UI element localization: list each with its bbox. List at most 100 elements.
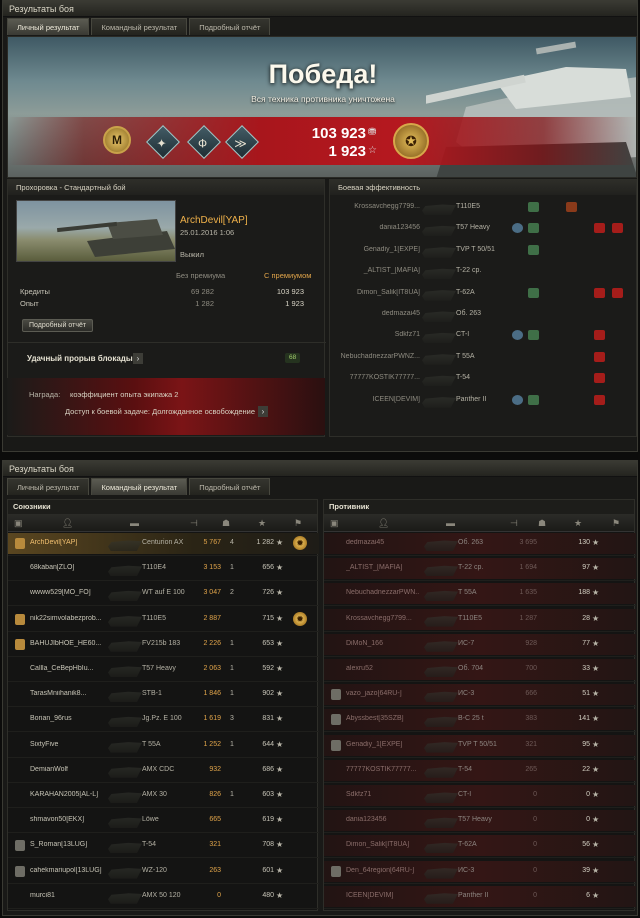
player-row[interactable]: Callla_CeBepHbIu... T57 Heavy 2 063 1 592 ★ [8, 659, 319, 682]
mastery-badge-icon[interactable]: М [103, 126, 131, 154]
player-column-icon[interactable]: 👤︎ [62, 518, 73, 529]
player-row[interactable]: alexru52 Об. 704 700 33 ★ [324, 659, 636, 682]
player-row[interactable]: 68kaban[ZLO] T110E4 3 153 1 656 ★ [8, 558, 319, 582]
enemy-player-name: Sdkfz71 [394, 331, 420, 339]
player-row[interactable]: _ALTIST_[MAFIA] T-22 ср. 1 694 97 ★ [324, 558, 636, 582]
damage-value: 0 [217, 891, 221, 899]
efficiency-row[interactable]: NebuchadnezzarPWNZ... T 55A [330, 347, 638, 368]
player-row[interactable]: Sdkfz71 CT-I 0 0 ★ [324, 785, 636, 808]
damage-value: 5 767 [203, 539, 221, 546]
player-row[interactable]: DiMoN_166 ИС-7 928 77 ★ [324, 633, 636, 657]
efficiency-row[interactable]: 77777KOSTIK77777... T-54 [330, 368, 638, 389]
xp-star-icon: ★ [276, 563, 284, 573]
vehicle-column-icon[interactable]: ▬ [130, 518, 139, 528]
squad-column-icon[interactable]: ▣ [330, 518, 339, 529]
vehicle-name: T-54 [458, 765, 473, 773]
tab-team-result[interactable]: Командный результат [91, 478, 188, 495]
player-row[interactable]: dania123456 T57 Heavy 0 0 ★ [324, 810, 636, 834]
tank-silhouette-icon [108, 868, 142, 879]
frags-value: 2 [230, 589, 234, 597]
medals-column-icon[interactable]: ⚑ [612, 518, 620, 529]
tab-detailed-report[interactable]: Подробный отчёт [189, 478, 271, 495]
order-medal-icon[interactable]: ✹ [293, 611, 307, 626]
player-row[interactable]: S_Roman[13LUG] T-54 321 708 ★ [8, 835, 319, 859]
chevron-right-icon[interactable]: › [258, 406, 268, 417]
efficiency-row[interactable]: Sdkfz71 CT-I [330, 325, 638, 346]
player-row[interactable]: cahekmariupol[13LUG] WZ-120 263 601 ★ [8, 861, 319, 884]
tab-team-result[interactable]: Командный результат [91, 18, 188, 35]
tank-silhouette-icon [424, 691, 458, 703]
damage-value: 0 [533, 891, 537, 899]
xp-column-icon[interactable]: ★ [574, 518, 582, 529]
efficiency-row[interactable]: ICEEN[DEVIM] Panther II [330, 390, 638, 411]
tank-silhouette-icon [108, 590, 142, 602]
blockade-mission-row[interactable]: Удачный прорыв блокады › 68 [15, 349, 321, 371]
squad-column-icon[interactable]: ▣ [14, 518, 23, 529]
efficiency-row[interactable]: dedmazai45 Об. 263 [330, 304, 638, 325]
tab-personal-result[interactable]: Личный результат [7, 18, 90, 35]
efficiency-row[interactable]: Genadiy_1[EXPE] TVP T 50/51 [330, 240, 638, 261]
player-row[interactable]: Borian_96rus Jg.Pz. E 100 1 619 3 831 ★ [8, 709, 319, 733]
damage-column-icon[interactable]: ⊣ [190, 518, 198, 529]
player-row[interactable]: Dimon_Salik[IT8UA] T-62A 0 56 ★ [324, 835, 636, 859]
tab-personal-result[interactable]: Личный результат [7, 478, 90, 495]
efficiency-row[interactable]: _ALTIST_[MAFIA] T-22 ср. [330, 261, 638, 282]
medals-column-icon[interactable]: ⚑ [294, 518, 302, 529]
frags-value: 1 [230, 564, 234, 572]
tank-silhouette-icon [108, 742, 142, 753]
player-row[interactable]: ArchDevil[YAP] Centurion AX 5 767 4 1 282 ★ ✹ [8, 533, 319, 556]
tank-silhouette-icon [424, 716, 458, 728]
vehicle-name: Jg.Pz. E 100 [142, 715, 182, 723]
player-row[interactable]: DemianWolf AMX CDC 932 686 ★ [8, 760, 319, 783]
efficiency-row[interactable]: dania123456 T57 Heavy [330, 218, 638, 239]
player-row[interactable]: NebuchadnezzarPWN.. T 55A 1 635 188 ★ [324, 583, 636, 607]
special-order-medal-icon[interactable]: ✪ [393, 123, 429, 159]
xp-star-icon: ★ [592, 588, 600, 598]
efficiency-row[interactable]: Dimon_Salik[IT8UA] T-62A [330, 283, 638, 304]
order-medal-icon[interactable]: ✹ [293, 536, 307, 550]
enemy-tank-name: TVP T 50/51 [456, 245, 495, 253]
mission-progress-badge: 68 [285, 353, 301, 363]
xp-star-icon: ★ [276, 840, 284, 850]
detailed-report-button[interactable]: Подробный отчёт [22, 319, 94, 332]
xp-column-icon[interactable]: ★ [258, 518, 266, 529]
player-row[interactable]: dedmazai45 Об. 263 3 695 130 ★ [324, 533, 636, 556]
player-row[interactable]: ICEEN[DEVIM] Panther II 0 6 ★ [324, 885, 636, 909]
damage-value: 3 153 [203, 564, 221, 572]
efficiency-row[interactable]: Krossavchegg7799... T110E5 [330, 197, 638, 218]
player-row[interactable]: shmavon50[EKX] Löwe 665 619 ★ [8, 810, 319, 834]
player-row[interactable]: KARAHAN2005[AL-L] AMX 30 826 1 603 ★ [8, 785, 319, 808]
player-row[interactable]: 77777KOSTIK77777... T-54 265 22 ★ [324, 759, 636, 783]
xp-star-icon: ★ [592, 764, 600, 774]
player-column-icon[interactable]: 👤︎ [378, 518, 389, 529]
xp-star-icon: ★ [592, 638, 600, 648]
vehicle-name: T57 Heavy [458, 816, 492, 824]
tank-silhouette-icon [108, 792, 142, 803]
player-row[interactable]: SixtyFive T 55A 1 252 1 644 ★ [8, 735, 319, 758]
player-row[interactable]: nik22simvolabezprob... T110E5 2 887 715 ★ ✹ [8, 609, 319, 632]
player-row[interactable]: murci81 AMX 50 120 0 480 ★ [8, 886, 319, 909]
player-name: Sdkfz71 [346, 791, 372, 798]
frags-column-icon[interactable]: ☗ [538, 518, 546, 529]
player-row[interactable]: Den_64region[64RU-] ИС-3 0 39 ★ [324, 860, 636, 884]
squad-icon [15, 613, 25, 625]
frags-column-icon[interactable]: ☗ [222, 518, 230, 529]
player-row[interactable]: vazo_jazo[64RU-] ИС-3 666 51 ★ [324, 684, 636, 708]
damage-column-icon[interactable]: ⊣ [510, 518, 518, 529]
tab-detailed-report[interactable]: Подробный отчёт [189, 18, 271, 35]
damage-icon [594, 223, 605, 234]
player-row[interactable]: Krossavchegg7799... T110E5 1 287 28 ★ [324, 608, 636, 632]
enemy-player-name: Dimon_Salik[IT8UA] [356, 288, 420, 296]
player-row[interactable]: Abyssbest[35SZB] B-C 25 t 383 141 ★ [324, 709, 636, 733]
chevron-right-icon[interactable]: › [133, 353, 143, 364]
vehicle-column-icon[interactable]: ▬ [446, 518, 455, 528]
damage-value: 0 [533, 791, 537, 798]
credits-base: 69 282 [191, 287, 214, 296]
tank-silhouette-icon [422, 290, 456, 301]
damage-icon [594, 373, 605, 384]
player-row[interactable]: wwww529[MO_FO] WT auf E 100 3 047 2 726 ★ [8, 583, 319, 607]
player-row[interactable]: Genadiy_1[EXPE] TVP T 50/51 321 95 ★ [324, 734, 636, 758]
player-row[interactable]: TarasMniihanik8... STB-1 1 846 1 902 ★ [8, 684, 319, 708]
player-row[interactable]: BAHUJIbHOE_HE60... FV215b 183 2 226 1 653 ★ [8, 634, 319, 657]
xp-star-icon: ★ [592, 840, 600, 850]
